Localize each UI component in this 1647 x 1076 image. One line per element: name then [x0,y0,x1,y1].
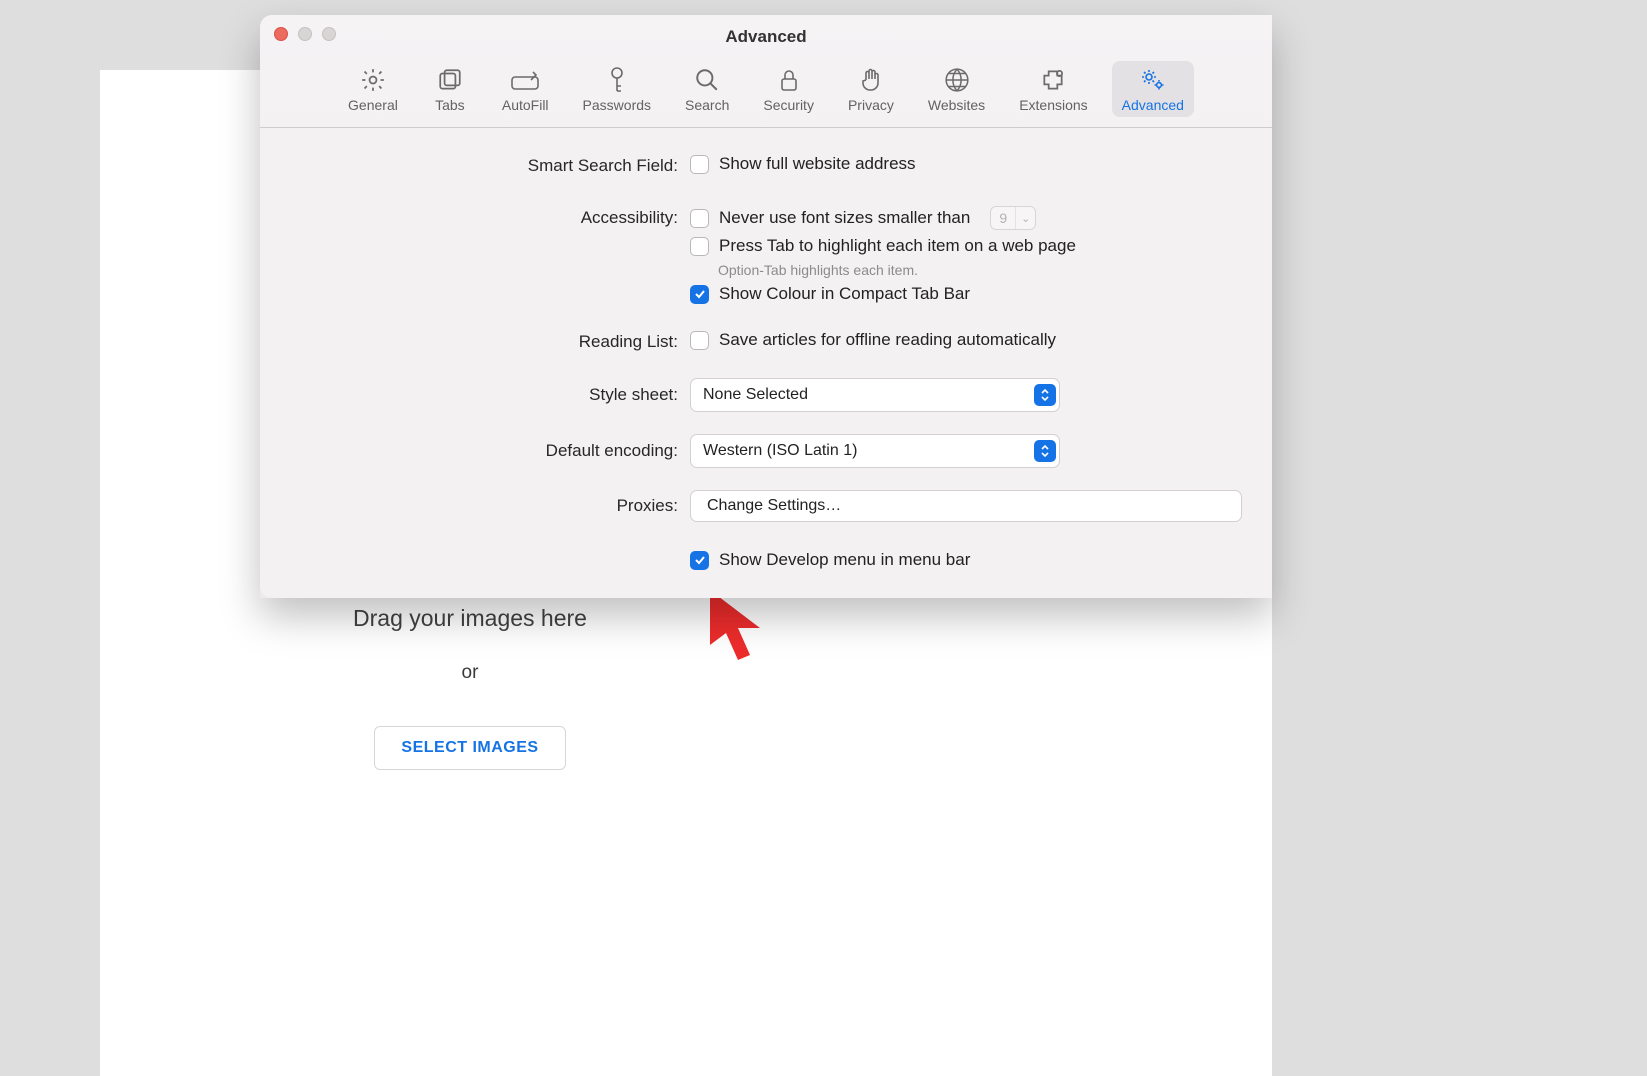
tab-label: Tabs [435,97,465,113]
tab-label: General [348,97,398,113]
smart-search-label: Smart Search Field: [290,154,690,176]
annotation-cursor-arrow-icon [700,585,780,675]
default-encoding-value: Western (ISO Latin 1) [703,442,857,460]
default-encoding-label: Default encoding: [290,441,690,461]
or-text: or [330,662,610,684]
show-develop-menu-label: Show Develop menu in menu bar [719,550,970,570]
tab-tabs[interactable]: Tabs [422,61,478,117]
tab-privacy[interactable]: Privacy [838,61,904,117]
show-colour-tab-checkbox[interactable] [690,285,709,304]
updown-icon [1034,384,1056,406]
advanced-panel: Smart Search Field: Show full website ad… [260,128,1272,598]
window-title: Advanced [260,27,1272,47]
show-full-address-checkbox[interactable] [690,155,709,174]
change-settings-button[interactable]: Change Settings… [690,490,1242,522]
accessibility-label: Accessibility: [290,206,690,228]
updown-icon [1034,440,1056,462]
tab-label: Websites [928,97,985,113]
chevron-down-icon: ⌄ [1016,212,1035,225]
drag-images-text: Drag your images here [330,605,610,632]
style-sheet-select[interactable]: None Selected [690,378,1060,412]
tab-label: Passwords [583,97,651,113]
tab-security[interactable]: Security [753,61,824,117]
press-tab-checkbox[interactable] [690,237,709,256]
press-tab-hint: Option-Tab highlights each item. [690,262,1242,278]
search-icon [694,65,720,95]
tab-label: Search [685,97,729,113]
show-full-address-label: Show full website address [719,154,916,174]
tab-websites[interactable]: Websites [918,61,995,117]
font-size-stepper[interactable]: 9 ⌄ [990,206,1036,230]
key-icon [606,65,628,95]
tab-advanced[interactable]: Advanced [1112,61,1194,117]
gear-icon [360,65,386,95]
hand-icon [859,65,883,95]
tab-label: AutoFill [502,97,549,113]
default-encoding-select[interactable]: Western (ISO Latin 1) [690,434,1060,468]
show-develop-menu-checkbox[interactable] [690,551,709,570]
tab-passwords[interactable]: Passwords [573,61,661,117]
gears-icon [1139,65,1167,95]
show-colour-tab-label: Show Colour in Compact Tab Bar [719,284,970,304]
style-sheet-label: Style sheet: [290,385,690,405]
style-sheet-value: None Selected [703,386,808,404]
background-drop-zone[interactable]: Drag your images here or SELECT IMAGES [330,605,610,770]
tab-extensions[interactable]: Extensions [1009,61,1097,117]
tab-search[interactable]: Search [675,61,739,117]
globe-icon [944,65,970,95]
preferences-toolbar: General Tabs AutoFill P [260,51,1272,128]
font-size-value: 9 [991,210,1015,226]
titlebar: Advanced [260,15,1272,51]
never-font-size-checkbox[interactable] [690,209,709,228]
lock-icon [777,65,801,95]
select-images-button[interactable]: SELECT IMAGES [374,726,565,770]
tab-label: Advanced [1122,97,1184,113]
puzzle-icon [1040,65,1066,95]
tab-label: Security [763,97,814,113]
proxies-label: Proxies: [290,496,690,516]
tab-autofill[interactable]: AutoFill [492,61,559,117]
save-offline-label: Save articles for offline reading automa… [719,330,1056,350]
never-font-size-label: Never use font sizes smaller than [719,208,970,228]
tabs-icon [437,65,463,95]
tab-label: Privacy [848,97,894,113]
reading-list-label: Reading List: [290,330,690,352]
tab-general[interactable]: General [338,61,408,117]
tab-label: Extensions [1019,97,1087,113]
preferences-window: Advanced General Tabs [260,15,1272,598]
save-offline-checkbox[interactable] [690,331,709,350]
press-tab-label: Press Tab to highlight each item on a we… [719,236,1076,256]
autofill-icon [510,65,540,95]
